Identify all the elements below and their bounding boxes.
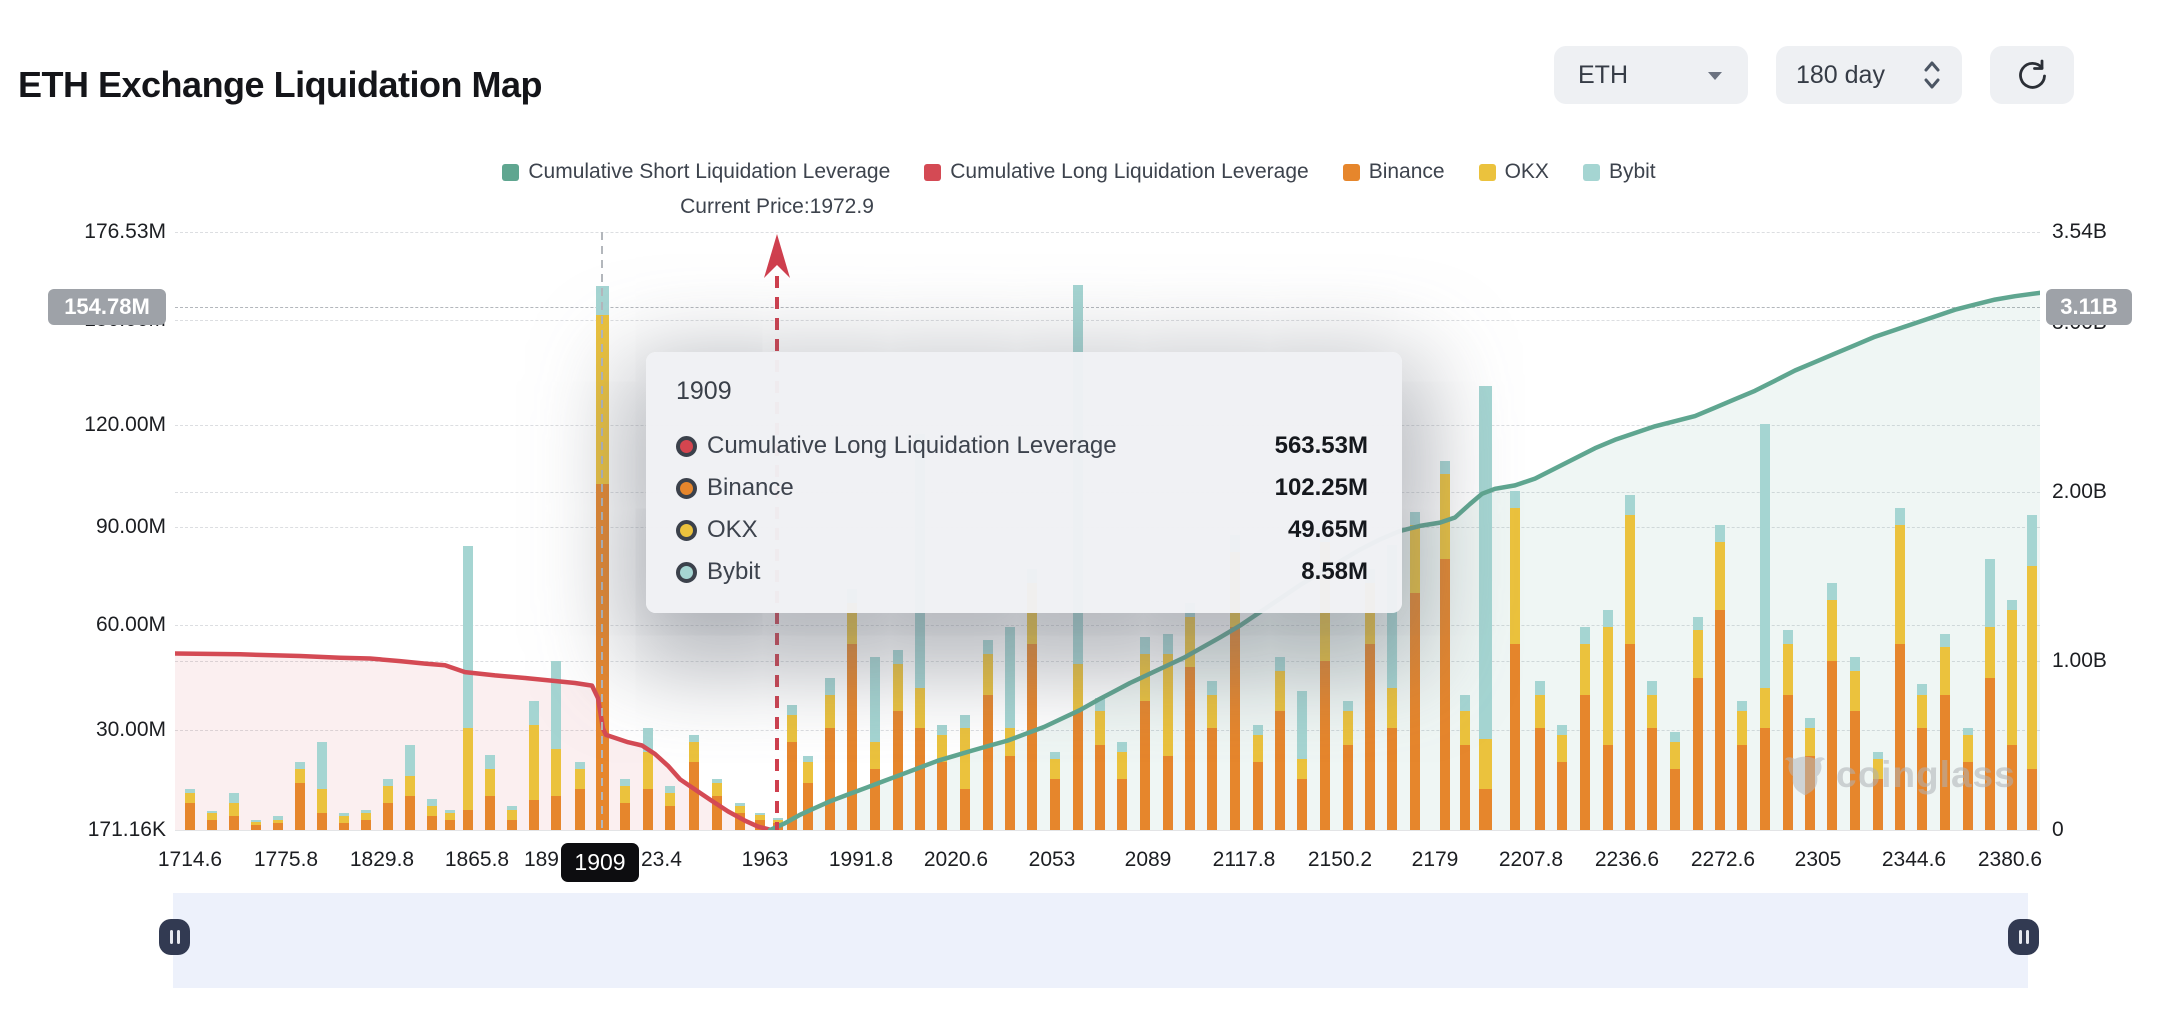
legend-swatch — [1343, 164, 1360, 181]
tooltip-series-marker — [676, 436, 697, 457]
tooltip-series-marker — [676, 520, 697, 541]
stepper-icons — [1922, 59, 1942, 91]
left-axis-tick: 176.53M — [28, 220, 166, 244]
symbol-select[interactable]: ETH — [1554, 46, 1748, 104]
left-axis-tick: 90.00M — [28, 515, 166, 539]
tooltip-series-value: 8.58M — [1301, 558, 1368, 586]
period-select-value: 180 day — [1796, 61, 1885, 90]
header-controls: ETH 180 day — [1554, 46, 2074, 104]
right-axis-tick: 0 — [2052, 818, 2158, 842]
x-axis-tick: 23.4 — [641, 848, 682, 872]
coinglass-bull-icon — [1782, 752, 1828, 798]
x-axis-tick: 2053 — [1029, 848, 1076, 872]
refresh-button[interactable] — [1990, 46, 2074, 104]
tooltip-row-4: Bybit8.58M — [676, 558, 1368, 586]
tooltip-rows: Cumulative Long Liquidation Leverage563.… — [676, 432, 1368, 586]
legend: Cumulative Short Liquidation Leverage Cum… — [0, 160, 2158, 184]
tooltip-series-label: Bybit — [707, 558, 1301, 586]
page-title: ETH Exchange Liquidation Map — [18, 64, 542, 106]
x-axis-tick: 1829.8 — [350, 848, 414, 872]
left-axis-tick: 60.00M — [28, 613, 166, 637]
right-axis-tick: 1.00B — [2052, 649, 2158, 673]
legend-swatch — [1479, 164, 1496, 181]
x-axis-tick: 189 — [524, 848, 559, 872]
tooltip-row-3: OKX49.65M — [676, 516, 1368, 544]
symbol-select-value: ETH — [1578, 61, 1628, 90]
right-axis-tick: 3.54B — [2052, 220, 2158, 244]
x-axis-tick: 2207.8 — [1499, 848, 1563, 872]
legend-label: OKX — [1505, 160, 1549, 184]
x-axis-tick: 2020.6 — [924, 848, 988, 872]
x-axis-line — [175, 830, 2040, 831]
x-axis-cursor-badge: 1909 — [561, 843, 639, 882]
tooltip-series-value: 102.25M — [1275, 474, 1368, 502]
x-axis-tick: 2344.6 — [1882, 848, 1946, 872]
navigator-right-handle[interactable] — [2008, 919, 2039, 955]
x-axis-tick: 2272.6 — [1691, 848, 1755, 872]
x-axis-tick: 2089 — [1125, 848, 1172, 872]
chevron-down-icon — [1706, 69, 1724, 81]
legend-item-5[interactable]: Bybit — [1583, 160, 1656, 184]
navigator-left-handle[interactable] — [159, 919, 190, 955]
x-axis-tick: 1714.6 — [158, 848, 222, 872]
legend-swatch — [502, 164, 519, 181]
legend-label: Bybit — [1609, 160, 1656, 184]
watermark: coinglass — [1782, 752, 2016, 798]
current-price-label: Current Price:1972.9 — [680, 195, 874, 219]
watermark-text: coinglass — [1836, 754, 2016, 796]
liquidation-map-page: { "header": {"title": "ETH Exchange Liqu… — [0, 0, 2158, 1018]
legend-label: Cumulative Long Liquidation Leverage — [950, 160, 1308, 184]
x-axis-tick: 1865.8 — [445, 848, 509, 872]
x-axis-tick: 1991.8 — [829, 848, 893, 872]
right-axis-tick: 2.00B — [2052, 480, 2158, 504]
legend-item-1[interactable]: Cumulative Short Liquidation Leverage — [502, 160, 890, 184]
period-select[interactable]: 180 day — [1776, 46, 1962, 104]
legend-item-3[interactable]: Binance — [1343, 160, 1445, 184]
x-axis-tick: 1963 — [742, 848, 789, 872]
tooltip-series-label: Binance — [707, 474, 1275, 502]
tooltip-series-value: 563.53M — [1275, 432, 1368, 460]
range-navigator-track[interactable] — [173, 893, 2028, 988]
legend-swatch — [1583, 164, 1600, 181]
x-axis-tick: 2305 — [1795, 848, 1842, 872]
x-axis-tick: 2380.6 — [1978, 848, 2042, 872]
tooltip-row-1: Cumulative Long Liquidation Leverage563.… — [676, 432, 1368, 460]
tooltip-series-value: 49.65M — [1288, 516, 1368, 544]
x-axis-tick: 2236.6 — [1595, 848, 1659, 872]
tooltip-row-2: Binance102.25M — [676, 474, 1368, 502]
x-axis-tick: 2117.8 — [1213, 848, 1276, 872]
tooltip-title: 1909 — [676, 377, 1368, 406]
legend-label: Binance — [1369, 160, 1445, 184]
tooltip-series-label: OKX — [707, 516, 1288, 544]
left-axis-tick: 171.16K — [28, 818, 166, 842]
left-axis-tick: 30.00M — [28, 718, 166, 742]
tooltip-series-marker — [676, 562, 697, 583]
legend-swatch — [924, 164, 941, 181]
tooltip-series-label: Cumulative Long Liquidation Leverage — [707, 432, 1275, 460]
right-axis-cursor-badge: 3.11B — [2046, 289, 2132, 325]
legend-label: Cumulative Short Liquidation Leverage — [528, 160, 890, 184]
refresh-icon — [2014, 57, 2050, 93]
current-price-arrowhead — [764, 234, 790, 278]
legend-item-2[interactable]: Cumulative Long Liquidation Leverage — [924, 160, 1308, 184]
legend-item-4[interactable]: OKX — [1479, 160, 1549, 184]
chart-tooltip: 1909 Cumulative Long Liquidation Leverag… — [646, 352, 1402, 613]
left-axis-tick: 120.00M — [28, 413, 166, 437]
x-axis-tick: 1775.8 — [254, 848, 318, 872]
x-axis-tick: 2179 — [1412, 848, 1459, 872]
left-axis-cursor-badge: 154.78M — [48, 289, 166, 325]
tooltip-series-marker — [676, 478, 697, 499]
x-axis-tick: 2150.2 — [1308, 848, 1372, 872]
cumulative-long-line — [175, 654, 770, 830]
